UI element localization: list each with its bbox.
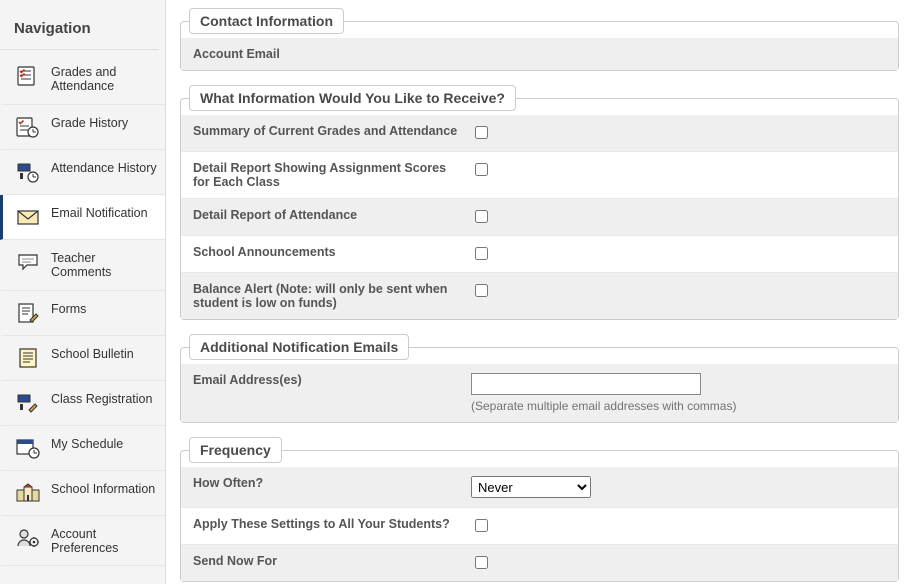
send-now-checkbox[interactable]	[475, 556, 488, 569]
main-content: Contact Information Account Email What I…	[166, 0, 905, 584]
detail-attendance-row: Detail Report of Attendance	[181, 198, 898, 235]
sidebar-item-school-bulletin[interactable]: School Bulletin	[0, 336, 165, 381]
sidebar-item-attendance-history[interactable]: Attendance History	[0, 150, 165, 195]
sidebar-item-label: Account Preferences	[51, 526, 157, 556]
form-pencil-icon	[15, 301, 41, 325]
sidebar-item-label: My Schedule	[51, 436, 157, 451]
sidebar-item-label: Attendance History	[51, 160, 157, 175]
sidebar-item-label: Forms	[51, 301, 157, 316]
apply-all-checkbox[interactable]	[475, 519, 488, 532]
email-addresses-hint: (Separate multiple email addresses with …	[471, 399, 886, 413]
school-building-icon	[15, 481, 41, 505]
account-email-label: Account Email	[193, 47, 461, 61]
detail-scores-checkbox[interactable]	[475, 163, 488, 176]
sidebar-item-label: School Bulletin	[51, 346, 157, 361]
sidebar-item-grade-history[interactable]: Grade History	[0, 105, 165, 150]
balance-alert-row: Balance Alert (Note: will only be sent w…	[181, 272, 898, 319]
seat-pencil-icon	[15, 391, 41, 415]
checklist-icon	[15, 64, 41, 88]
apply-all-label: Apply These Settings to All Your Student…	[193, 517, 461, 531]
additional-emails-section: Additional Notification Emails Email Add…	[180, 334, 899, 423]
account-email-row: Account Email	[181, 38, 898, 70]
receive-info-section: What Information Would You Like to Recei…	[180, 85, 899, 320]
sidebar-item-account-preferences[interactable]: Account Preferences	[0, 516, 165, 567]
user-gear-icon	[15, 526, 41, 550]
detail-attendance-checkbox[interactable]	[475, 210, 488, 223]
email-addresses-input[interactable]	[471, 373, 701, 395]
summary-row: Summary of Current Grades and Attendance	[181, 115, 898, 151]
bulletin-icon	[15, 346, 41, 370]
seat-clock-icon	[15, 160, 41, 184]
sidebar-item-label: School Information	[51, 481, 157, 496]
email-addresses-row: Email Address(es) (Separate multiple ema…	[181, 364, 898, 422]
sidebar-item-school-information[interactable]: School Information	[0, 471, 165, 516]
sidebar-item-label: Class Registration	[51, 391, 157, 406]
nav-list: Grades and Attendance Grade History	[0, 54, 165, 566]
receive-info-legend: What Information Would You Like to Recei…	[189, 85, 516, 111]
sidebar-item-email-notification[interactable]: Email Notification	[0, 195, 165, 240]
nav-title: Navigation	[0, 10, 159, 50]
send-now-row: Send Now For	[181, 544, 898, 581]
sidebar-item-my-schedule[interactable]: My Schedule	[0, 426, 165, 471]
announcements-label: School Announcements	[193, 245, 461, 259]
sidebar-item-label: Teacher Comments	[51, 250, 157, 280]
summary-checkbox[interactable]	[475, 126, 488, 139]
sidebar-item-label: Grades and Attendance	[51, 64, 157, 94]
send-now-label: Send Now For	[193, 554, 461, 568]
sidebar-item-forms[interactable]: Forms	[0, 291, 165, 336]
envelope-icon	[15, 205, 41, 229]
how-often-label: How Often?	[193, 476, 461, 490]
announcements-row: School Announcements	[181, 235, 898, 272]
frequency-section: Frequency How Often? Never Apply These S…	[180, 437, 899, 582]
sidebar-item-label: Email Notification	[51, 205, 157, 220]
calendar-clock-icon	[15, 436, 41, 460]
sidebar-item-label: Grade History	[51, 115, 157, 130]
contact-info-section: Contact Information Account Email	[180, 8, 899, 71]
balance-alert-checkbox[interactable]	[475, 284, 488, 297]
additional-emails-legend: Additional Notification Emails	[189, 334, 409, 360]
sidebar-item-class-registration[interactable]: Class Registration	[0, 381, 165, 426]
checklist-clock-icon	[15, 115, 41, 139]
sidebar-item-teacher-comments[interactable]: Teacher Comments	[0, 240, 165, 291]
how-often-select[interactable]: Never	[471, 476, 591, 498]
contact-info-legend: Contact Information	[189, 8, 344, 34]
apply-all-row: Apply These Settings to All Your Student…	[181, 507, 898, 544]
sidebar-item-grades-attendance[interactable]: Grades and Attendance	[0, 54, 165, 105]
email-addresses-label: Email Address(es)	[193, 373, 461, 387]
speech-bubble-icon	[15, 250, 41, 274]
detail-scores-row: Detail Report Showing Assignment Scores …	[181, 151, 898, 198]
detail-scores-label: Detail Report Showing Assignment Scores …	[193, 161, 461, 189]
sidebar: Navigation Grades and Attendance	[0, 0, 166, 584]
announcements-checkbox[interactable]	[475, 247, 488, 260]
balance-alert-label: Balance Alert (Note: will only be sent w…	[193, 282, 461, 310]
frequency-legend: Frequency	[189, 437, 282, 463]
detail-attendance-label: Detail Report of Attendance	[193, 208, 461, 222]
summary-label: Summary of Current Grades and Attendance	[193, 124, 461, 138]
how-often-row: How Often? Never	[181, 467, 898, 507]
